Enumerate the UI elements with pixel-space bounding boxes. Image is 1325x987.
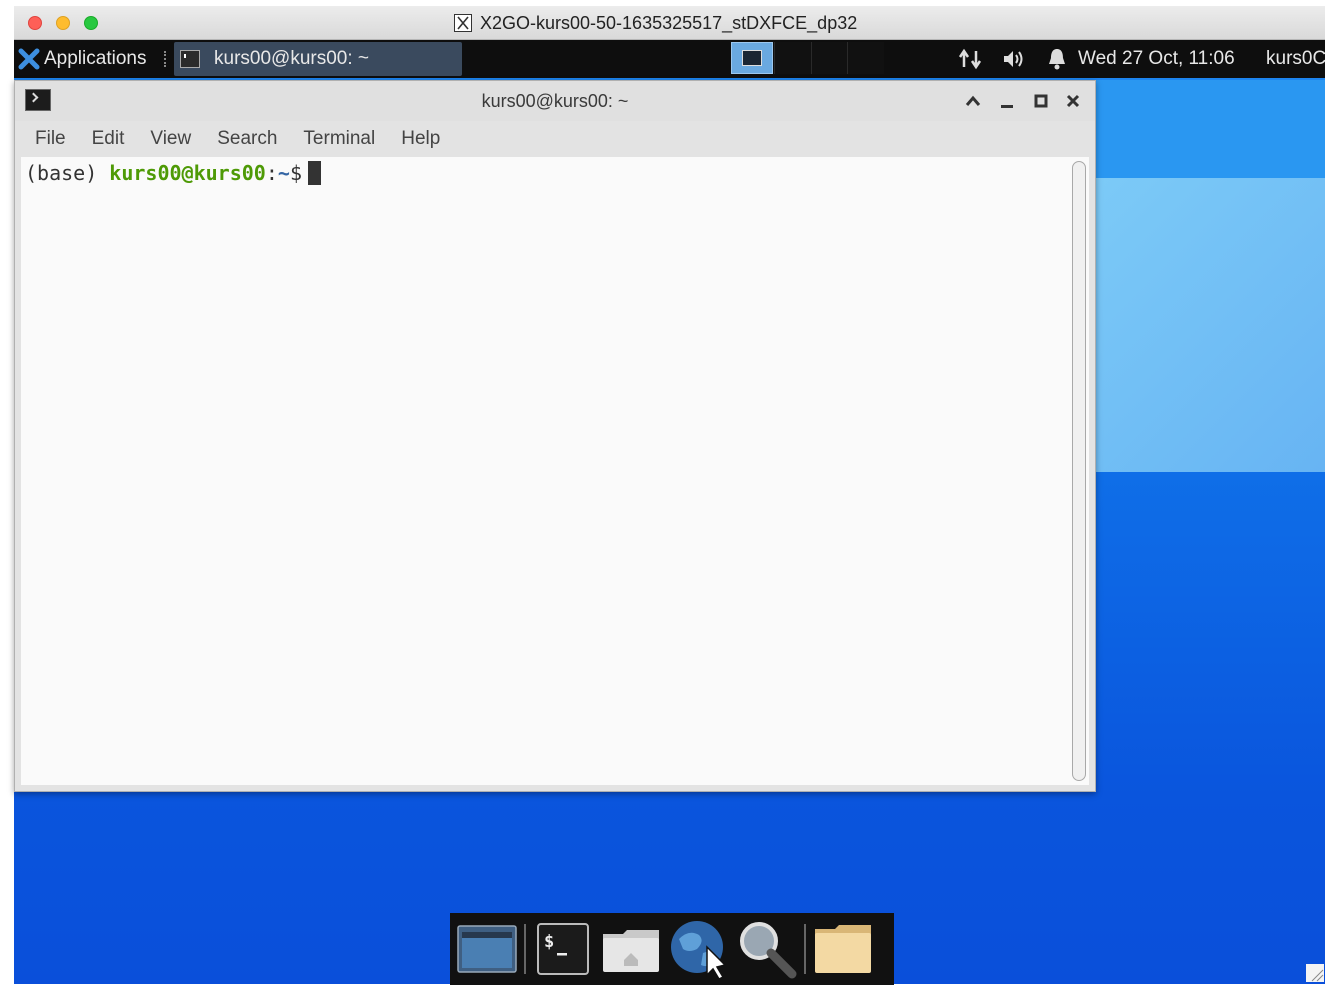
menu-help[interactable]: Help — [388, 128, 453, 150]
terminal-window: kurs00@kurs00: ~ File Edit View Search T… — [14, 80, 1096, 792]
prompt-env: (base) — [25, 161, 110, 185]
show-desktop-icon — [457, 925, 517, 973]
dock-show-desktop[interactable] — [456, 918, 518, 980]
dock-panel: $ — [450, 913, 894, 985]
menu-terminal[interactable]: Terminal — [290, 128, 388, 150]
prompt-path: ~ — [277, 161, 290, 185]
system-tray — [958, 40, 1068, 78]
workspace-1-button[interactable] — [731, 42, 773, 74]
maximize-icon — [1034, 94, 1048, 108]
terminal-icon: $ — [537, 923, 589, 975]
dock-home-folder[interactable] — [600, 918, 662, 980]
mac-window-title: X2GO-kurs00-50-1635325517_stDXFCE_dp32 — [454, 12, 857, 34]
dock-search[interactable] — [736, 918, 798, 980]
workspace-window-thumbnail — [742, 50, 762, 66]
shade-window-button[interactable] — [961, 89, 985, 113]
xfce-logo-icon — [18, 48, 40, 70]
top-panel: Applications kurs00@kurs00: ~ Wed 27 Oct… — [14, 40, 1325, 78]
wallpaper-shape — [1096, 80, 1325, 178]
minimize-button[interactable] — [995, 89, 1019, 113]
terminal-title: kurs00@kurs00: ~ — [481, 91, 629, 111]
web-browser-icon — [671, 921, 727, 979]
user-menu[interactable]: kurs0C — [1266, 48, 1325, 70]
wallpaper-highlight — [1096, 178, 1325, 472]
zoom-window-button[interactable] — [84, 16, 98, 30]
prompt-separator: : — [265, 161, 278, 185]
workspace-switcher — [774, 42, 885, 74]
dock-web-browser[interactable] — [668, 918, 730, 980]
taskbar-item-terminal[interactable]: kurs00@kurs00: ~ — [174, 42, 462, 76]
menu-edit[interactable]: Edit — [79, 128, 138, 150]
resize-grip-icon — [1311, 969, 1324, 982]
network-icon[interactable] — [958, 47, 984, 71]
clock[interactable]: Wed 27 Oct, 11:06 — [1078, 48, 1235, 70]
maximize-button[interactable] — [1029, 89, 1053, 113]
volume-icon[interactable] — [1002, 48, 1028, 70]
terminal-titlebar[interactable]: kurs00@kurs00: ~ — [15, 81, 1095, 121]
home-folder-icon — [603, 930, 659, 972]
dock-terminal[interactable]: $ — [532, 918, 594, 980]
minimize-window-button[interactable] — [56, 16, 70, 30]
terminal-scrollbar[interactable] — [1072, 161, 1086, 781]
dock-folder[interactable] — [812, 918, 874, 980]
applications-label: Applications — [44, 48, 147, 69]
workspace-2-button[interactable] — [774, 42, 811, 74]
taskbar-item-label: kurs00@kurs00: ~ — [214, 48, 369, 69]
dock-separator — [804, 924, 806, 974]
text-cursor — [307, 161, 321, 185]
close-icon — [1066, 94, 1080, 108]
prompt-user-host: kurs00@kurs00 — [109, 161, 266, 185]
dock-separator — [524, 924, 526, 974]
svg-text:$: $ — [544, 932, 554, 952]
shell-prompt: (base) kurs00@kurs00:~$ — [25, 161, 321, 185]
folder-icon — [815, 925, 871, 973]
workspace-4-button[interactable] — [847, 42, 885, 74]
notification-bell-icon[interactable] — [1046, 47, 1068, 71]
minimize-icon — [1001, 105, 1013, 108]
window-resize-grip[interactable] — [1306, 964, 1324, 982]
mac-window-title-text: X2GO-kurs00-50-1635325517_stDXFCE_dp32 — [480, 12, 858, 33]
close-button[interactable] — [1061, 89, 1085, 113]
menu-file[interactable]: File — [15, 128, 79, 150]
applications-menu-button[interactable]: Applications — [18, 40, 146, 78]
close-window-button[interactable] — [28, 16, 42, 30]
terminal-menubar: File Edit View Search Terminal Help — [15, 121, 1095, 157]
panel-separator — [164, 51, 168, 67]
terminal-icon — [180, 50, 200, 68]
menu-view[interactable]: View — [137, 128, 204, 150]
chevron-up-icon — [965, 95, 981, 106]
prompt-symbol: $ — [289, 161, 302, 185]
mac-window-titlebar: X2GO-kurs00-50-1635325517_stDXFCE_dp32 — [14, 6, 1325, 40]
search-icon — [740, 922, 797, 979]
x11-icon — [454, 14, 472, 32]
workspace-3-button[interactable] — [810, 42, 848, 74]
terminal-output-area[interactable]: (base) kurs00@kurs00:~$ — [21, 157, 1089, 785]
menu-search[interactable]: Search — [204, 128, 290, 150]
